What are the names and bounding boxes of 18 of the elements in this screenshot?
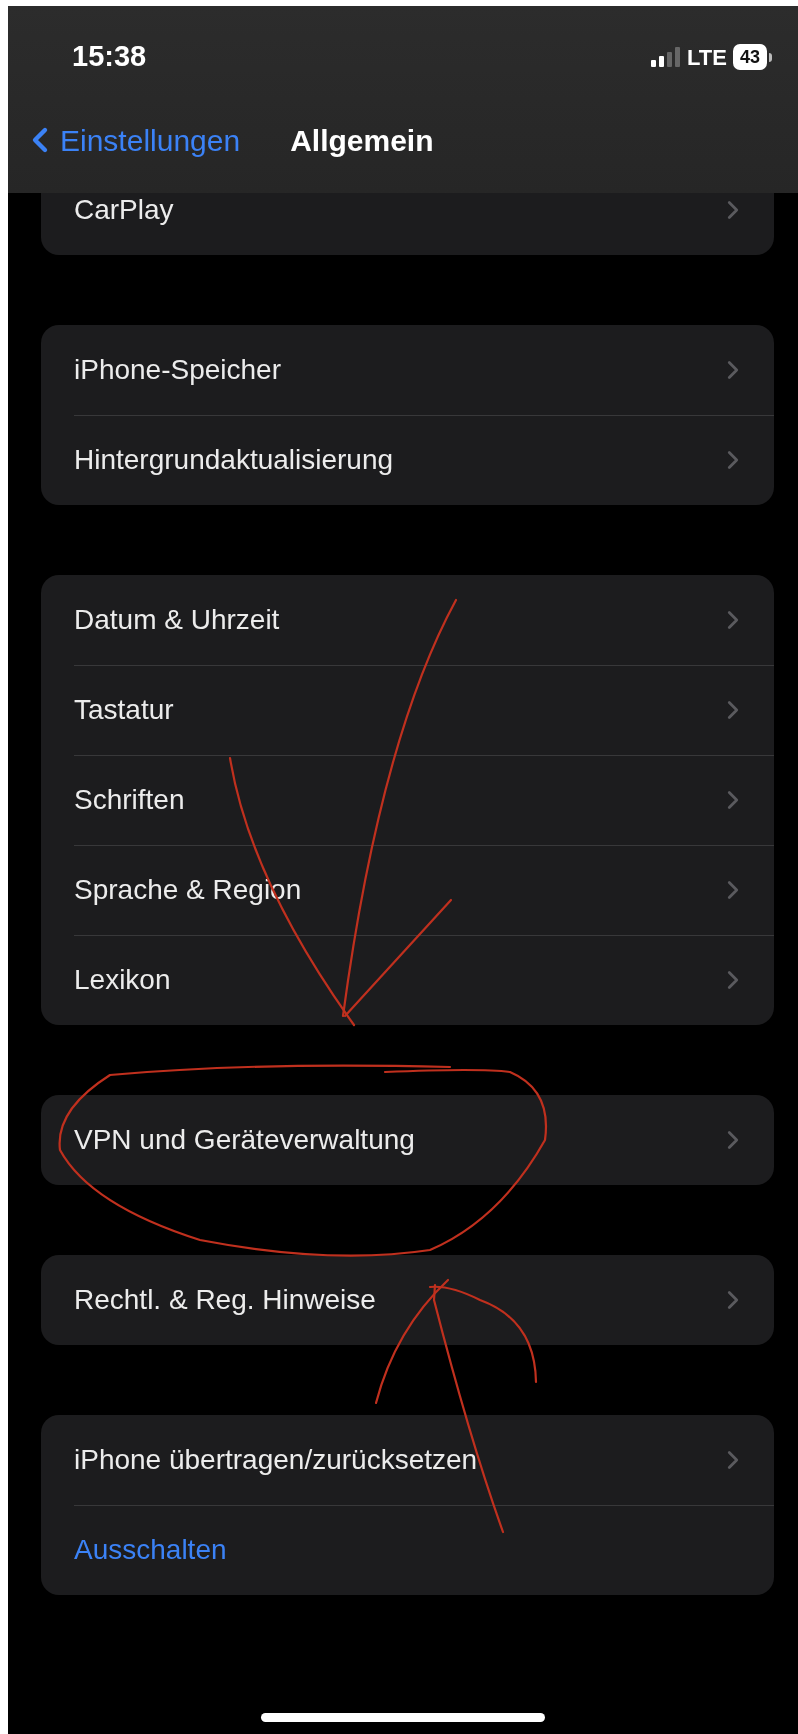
settings-row[interactable]: Schriften [41, 755, 774, 845]
settings-row[interactable]: CarPlay [41, 193, 774, 255]
status-time: 15:38 [72, 39, 147, 75]
battery-cap-icon [769, 52, 772, 62]
settings-row[interactable]: Hintergrundaktualisierung [41, 415, 774, 505]
settings-row[interactable]: Tastatur [41, 665, 774, 755]
settings-row[interactable]: VPN und Geräteverwaltung [41, 1095, 774, 1185]
battery-level: 43 [732, 44, 767, 70]
settings-row[interactable]: Rechtl. & Reg. Hinweise [41, 1255, 774, 1345]
settings-row[interactable]: iPhone-Speicher [41, 325, 774, 415]
settings-row[interactable]: Ausschalten [41, 1505, 774, 1595]
network-label: LTE [687, 43, 727, 72]
settings-row[interactable]: Datum & Uhrzeit [41, 575, 774, 665]
settings-row[interactable]: iPhone übertragen/zurücksetzen [41, 1415, 774, 1505]
signal-icon [651, 47, 682, 67]
back-button[interactable]: Einstellungen [8, 117, 241, 163]
settings-row[interactable]: Lexikon [41, 935, 774, 1025]
screen-title: Allgemein [290, 122, 434, 159]
